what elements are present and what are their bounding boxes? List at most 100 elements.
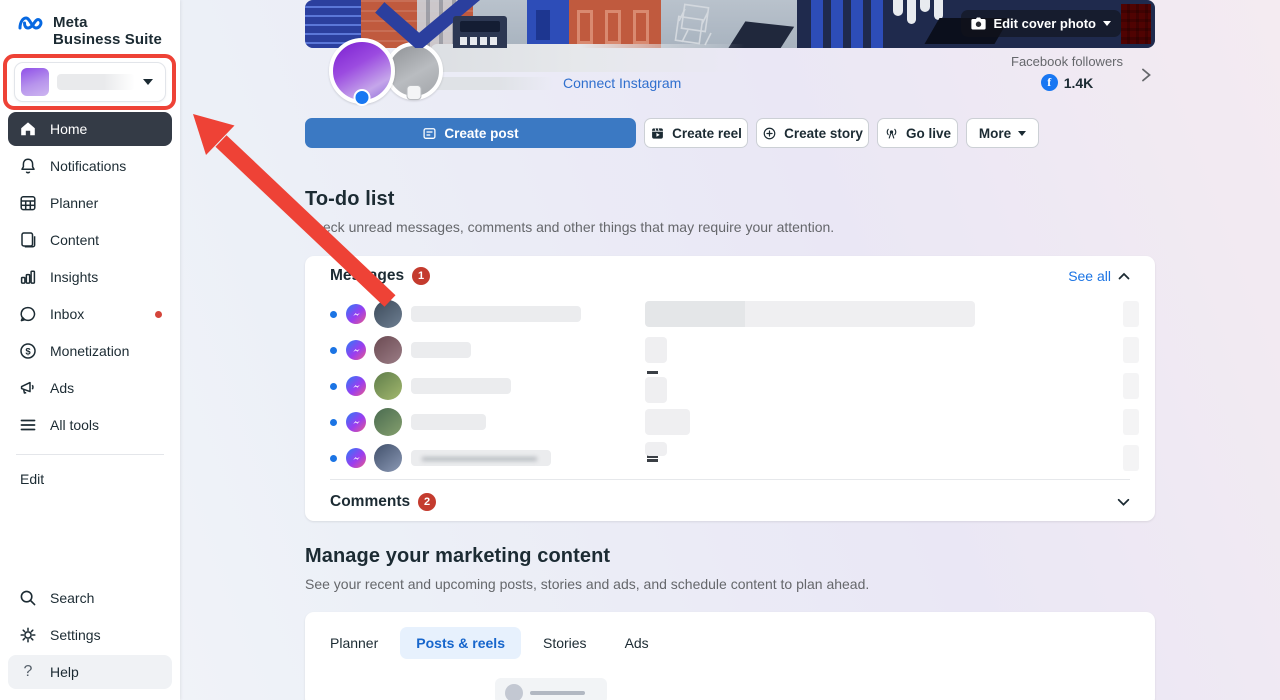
sidebar-item-label: Notifications bbox=[50, 158, 127, 174]
sidebar-nav: Home Notifications Planner Content Insig… bbox=[0, 112, 180, 442]
timestamp-redacted bbox=[1123, 301, 1139, 327]
followers-count: 1.4K bbox=[1063, 74, 1094, 91]
page-handle-redacted bbox=[431, 76, 553, 90]
cover-cube-wireframe bbox=[674, 3, 712, 46]
message-row[interactable] bbox=[305, 404, 1155, 440]
sidebar-item-label: Ads bbox=[50, 380, 75, 396]
sidebar-item-label: Home bbox=[50, 121, 88, 137]
timestamp-redacted bbox=[1123, 337, 1139, 363]
bar-chart-icon bbox=[20, 270, 36, 284]
chevron-down-icon bbox=[1103, 21, 1111, 26]
page-name-redacted bbox=[431, 44, 761, 72]
message-preview-redacted bbox=[645, 377, 667, 403]
create-story-button[interactable]: Create story bbox=[756, 118, 869, 148]
see-all-label: See all bbox=[1068, 268, 1111, 284]
sidebar-item-label: Help bbox=[50, 664, 79, 680]
messenger-icon bbox=[346, 376, 366, 396]
sidebar-item-planner[interactable]: Planner bbox=[8, 186, 172, 220]
brand-line1: Meta bbox=[53, 14, 88, 31]
sidebar-edit-link[interactable]: Edit bbox=[0, 465, 180, 493]
sidebar-item-search[interactable]: Search bbox=[8, 581, 172, 615]
meta-business-suite-logo: Meta Business Suite bbox=[0, 0, 180, 48]
chevron-right-icon[interactable] bbox=[1137, 66, 1155, 84]
post-icon bbox=[423, 127, 436, 139]
message-preview-redacted bbox=[645, 301, 975, 327]
chevron-up-icon bbox=[1118, 272, 1130, 280]
message-row[interactable] bbox=[305, 332, 1155, 368]
sender-name-redacted bbox=[411, 450, 551, 466]
facebook-page-avatar[interactable] bbox=[329, 38, 395, 106]
marketing-card: Planner Posts & reels Stories Ads bbox=[305, 612, 1155, 700]
unread-dot bbox=[330, 310, 337, 318]
timestamp-redacted bbox=[1123, 373, 1139, 399]
sidebar-item-content[interactable]: Content bbox=[8, 223, 172, 257]
marketing-title: Manage your marketing content bbox=[305, 545, 611, 567]
meta-infinity-icon bbox=[18, 16, 43, 30]
page-selector-dropdown[interactable] bbox=[14, 62, 166, 102]
sender-name-redacted bbox=[411, 342, 471, 358]
sidebar-item-label: Inbox bbox=[50, 306, 85, 322]
sidebar-item-label: Settings bbox=[50, 627, 101, 643]
message-row[interactable] bbox=[305, 440, 1155, 476]
comments-count-badge: 2 bbox=[418, 493, 437, 511]
calendar-icon bbox=[20, 196, 36, 211]
sender-avatar bbox=[374, 336, 402, 364]
more-button[interactable]: More bbox=[966, 118, 1039, 148]
followers-label: Facebook followers bbox=[1011, 54, 1123, 69]
sidebar-item-ads[interactable]: Ads bbox=[8, 371, 172, 405]
more-label: More bbox=[978, 125, 1012, 141]
sidebar-item-monetization[interactable]: $ Monetization bbox=[8, 334, 172, 368]
todo-list-title: To-do list bbox=[305, 188, 395, 210]
messages-count-badge: 1 bbox=[412, 267, 431, 285]
go-live-label: Go live bbox=[905, 125, 951, 141]
messages-label: Messages bbox=[330, 267, 405, 284]
message-row[interactable] bbox=[305, 368, 1155, 404]
sidebar-item-all-tools[interactable]: All tools bbox=[8, 408, 172, 442]
brand-line2: Business Suite bbox=[53, 31, 162, 48]
menu-lines-icon bbox=[20, 419, 36, 431]
skeleton-avatar bbox=[505, 684, 523, 700]
facebook-icon: f bbox=[1040, 74, 1058, 91]
sidebar-item-label: Planner bbox=[50, 195, 99, 211]
create-reel-button[interactable]: Create reel bbox=[644, 118, 748, 148]
marketing-subtitle: See your recent and upcoming posts, stor… bbox=[305, 576, 870, 592]
sidebar-item-insights[interactable]: Insights bbox=[8, 260, 172, 294]
unread-dot bbox=[330, 382, 337, 390]
sidebar-item-settings[interactable]: Settings bbox=[8, 618, 172, 652]
chevron-down-icon bbox=[143, 79, 153, 85]
dollar-circle-icon: $ bbox=[20, 343, 36, 359]
create-post-button[interactable]: Create post bbox=[305, 118, 636, 148]
tab-ads[interactable]: Ads bbox=[625, 627, 649, 659]
tab-planner[interactable]: Planner bbox=[330, 627, 378, 659]
tab-stories[interactable]: Stories bbox=[543, 627, 587, 659]
sidebar-item-inbox[interactable]: Inbox bbox=[8, 297, 172, 331]
todo-card: Messages 1 See all Comments 2 bbox=[305, 256, 1155, 521]
messenger-icon bbox=[346, 448, 366, 468]
see-all-link[interactable]: See all bbox=[1068, 268, 1130, 284]
go-live-button[interactable]: Go live bbox=[877, 118, 958, 148]
message-row[interactable] bbox=[305, 296, 1155, 332]
unread-dot bbox=[330, 454, 337, 462]
connect-instagram-link[interactable]: Connect Instagram bbox=[563, 75, 681, 91]
sidebar-item-notifications[interactable]: Notifications bbox=[8, 149, 172, 183]
sidebar-item-label: Monetization bbox=[50, 343, 130, 359]
tab-posts-reels[interactable]: Posts & reels bbox=[400, 627, 521, 659]
cover-photo: Edit cover photo bbox=[305, 0, 1155, 48]
skeleton-line bbox=[530, 691, 585, 695]
sidebar-item-home[interactable]: Home bbox=[8, 112, 172, 146]
sender-avatar bbox=[374, 300, 402, 328]
camera-icon bbox=[971, 17, 987, 30]
instagram-badge-icon bbox=[406, 85, 422, 100]
sidebar-item-help[interactable]: ? Help bbox=[8, 655, 172, 689]
megaphone-icon bbox=[20, 381, 34, 394]
search-icon bbox=[20, 590, 36, 606]
comments-section-toggle[interactable]: Comments 2 bbox=[305, 480, 1155, 524]
edit-cover-photo-button[interactable]: Edit cover photo bbox=[961, 10, 1121, 37]
preview-dash bbox=[647, 371, 658, 374]
chat-bubble-icon bbox=[20, 306, 36, 322]
chevron-down-icon[interactable] bbox=[1117, 498, 1130, 507]
sidebar-item-label: All tools bbox=[50, 417, 100, 433]
timestamp-redacted bbox=[1123, 409, 1139, 435]
profile-strip: Connect Instagram Facebook followers f 1… bbox=[305, 38, 1155, 110]
marketing-tabs: Planner Posts & reels Stories Ads bbox=[305, 612, 1155, 659]
